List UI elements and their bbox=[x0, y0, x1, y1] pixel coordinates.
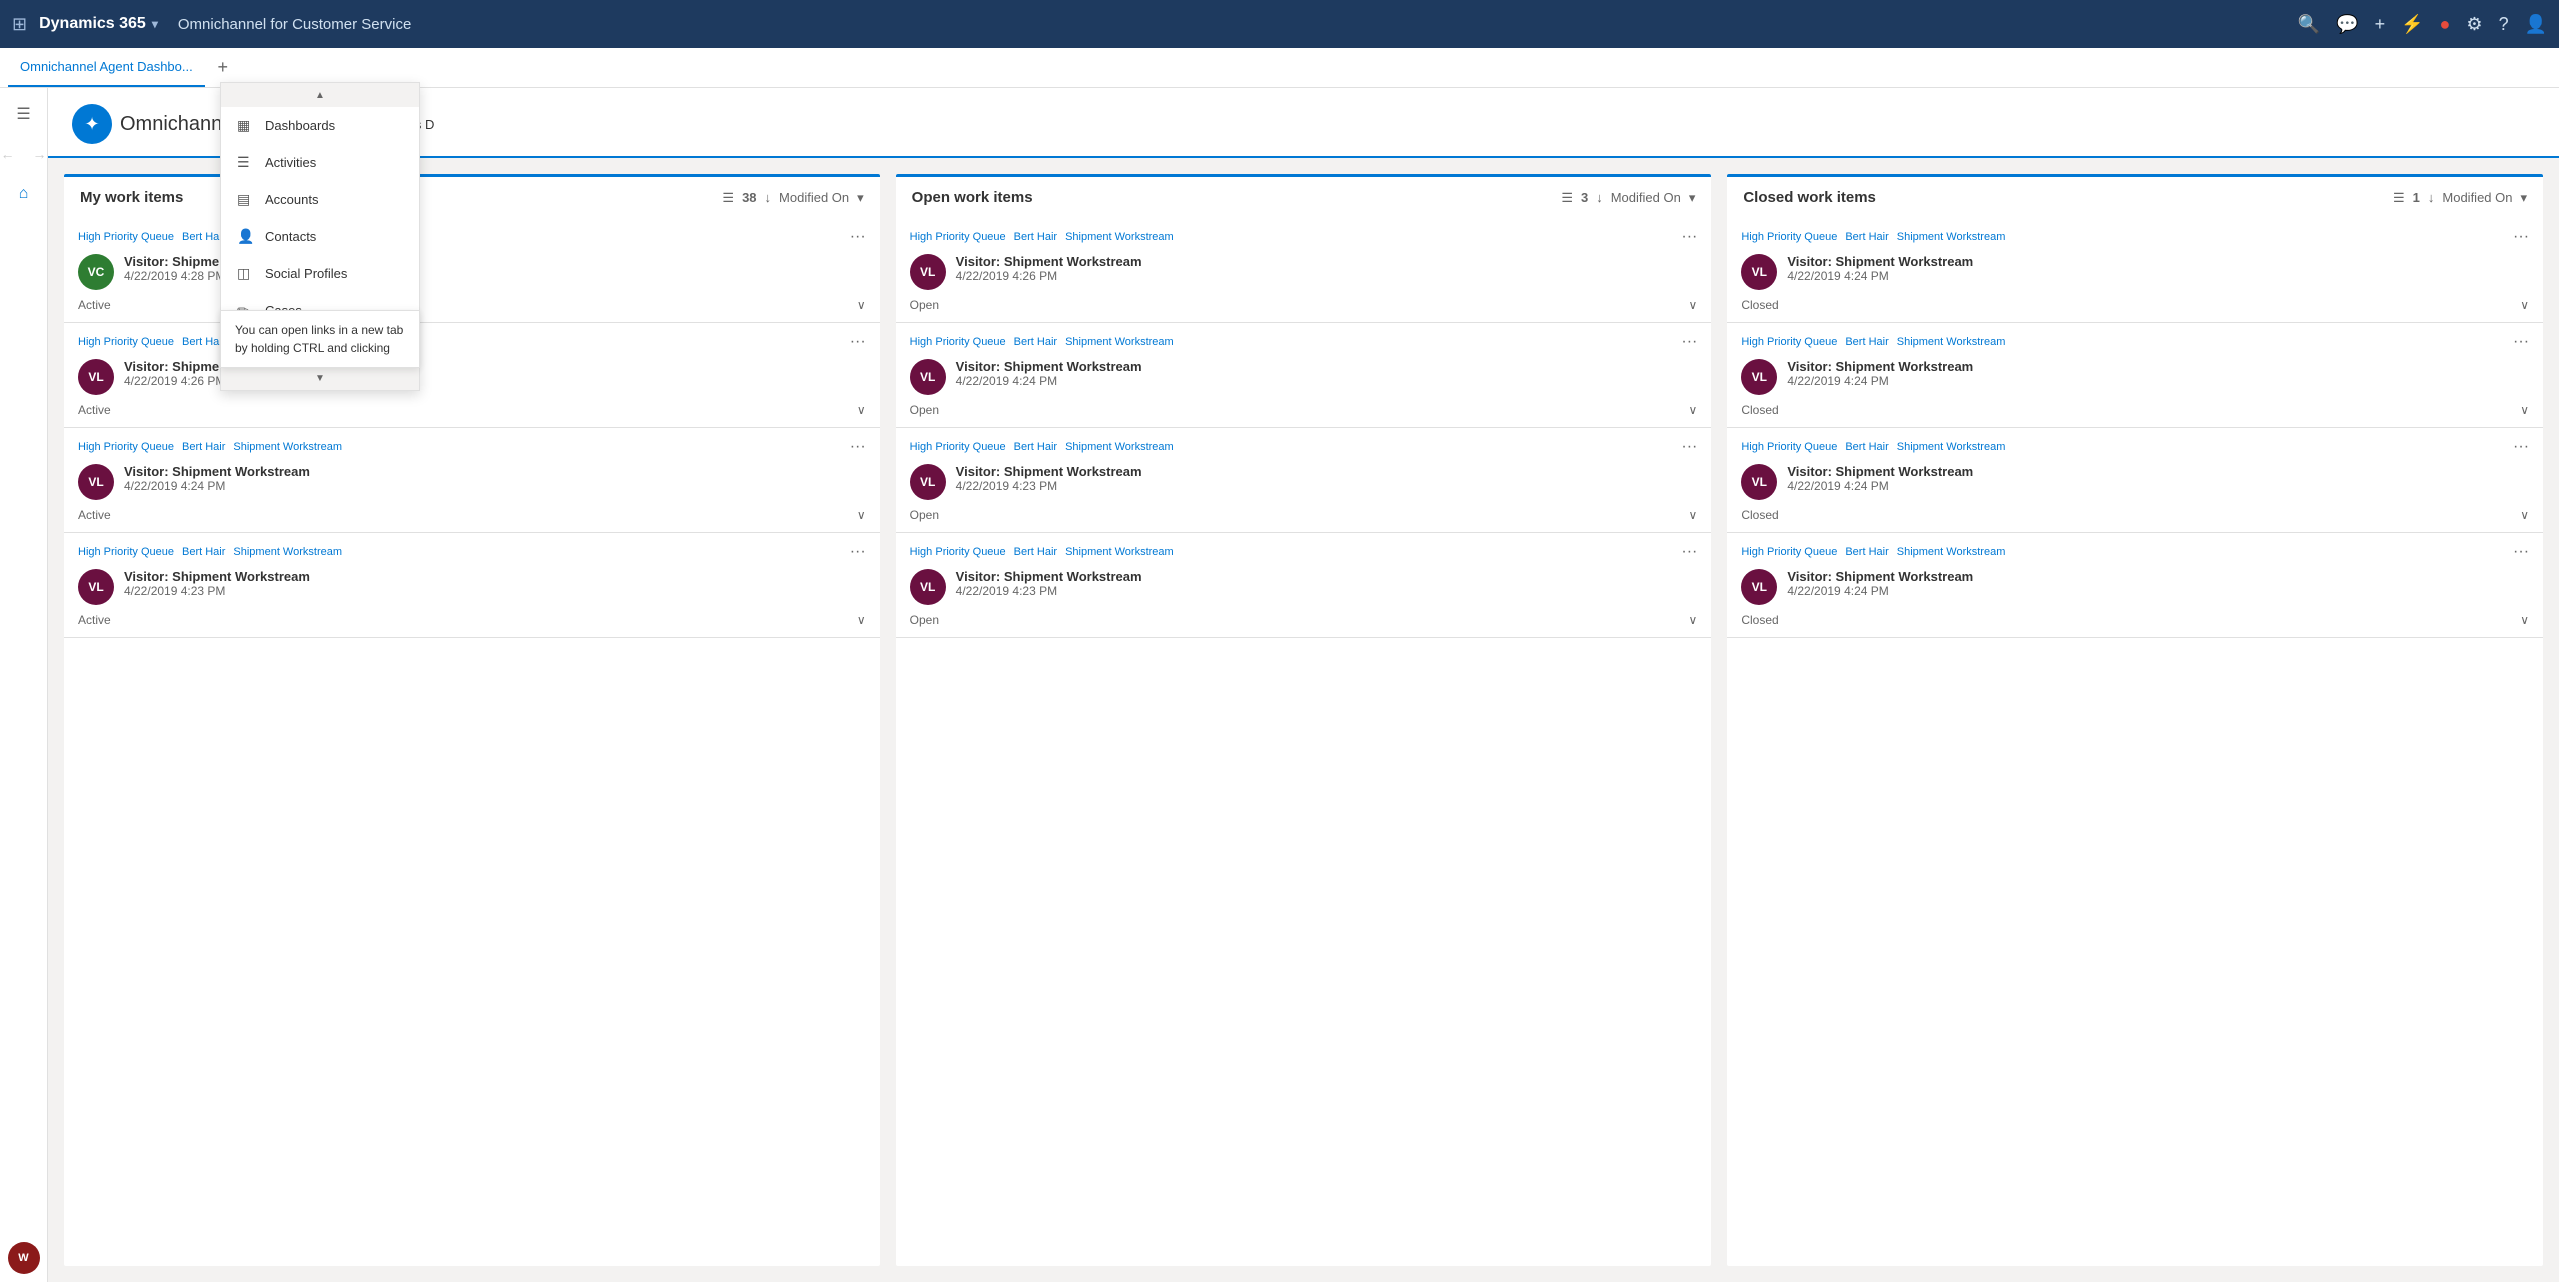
menu-item-social-profiles[interactable]: ◫Social Profiles bbox=[221, 255, 419, 292]
contacts-icon: 👤 bbox=[237, 228, 255, 245]
menu-item-contacts[interactable]: 👤Contacts bbox=[221, 218, 419, 255]
activities-icon: ☰ bbox=[237, 154, 255, 171]
scroll-up-indicator[interactable]: ▲ bbox=[221, 83, 419, 107]
menu-item-activities[interactable]: ☰Activities bbox=[221, 144, 419, 181]
social-profiles-icon: ◫ bbox=[237, 265, 255, 282]
tooltip-box: You can open links in a new tab by holdi… bbox=[220, 310, 420, 368]
menu-item-accounts[interactable]: ▤Accounts bbox=[221, 181, 419, 218]
dashboards-icon: ▦ bbox=[237, 117, 255, 134]
scroll-down-indicator[interactable]: ▼ bbox=[221, 366, 419, 390]
menu-item-dashboards[interactable]: ▦Dashboards bbox=[221, 107, 419, 144]
accounts-icon: ▤ bbox=[237, 191, 255, 208]
